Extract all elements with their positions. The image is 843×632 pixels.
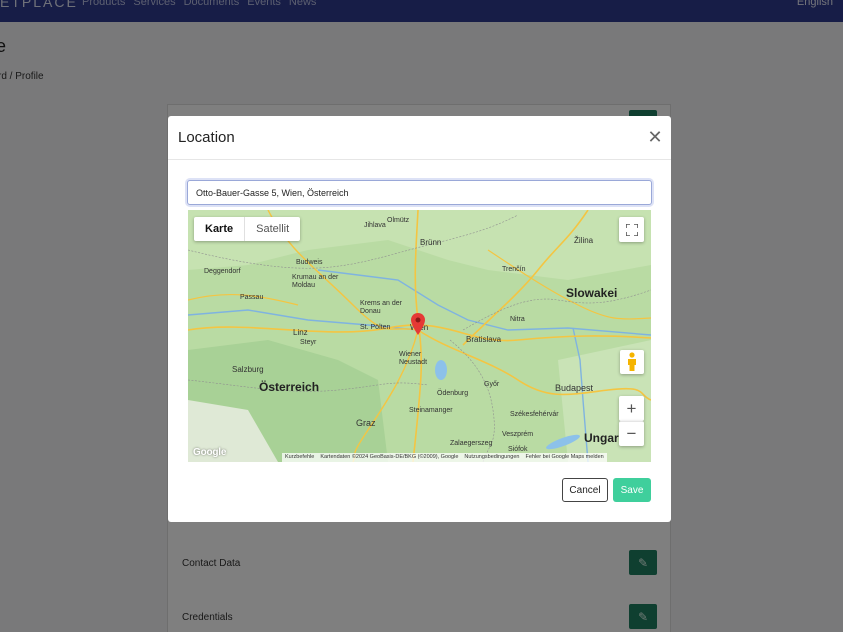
save-button[interactable]: Save — [613, 478, 651, 502]
modal-header: Location ✕ — [168, 116, 671, 160]
map-type-satellit[interactable]: Satellit — [245, 217, 300, 241]
map-label-steinamanger: Steinamanger — [409, 407, 453, 414]
fullscreen-button[interactable] — [619, 217, 644, 242]
map-label-slowakei: Slowakei — [566, 286, 618, 300]
map-label-krems: Krems an der Donau — [360, 300, 403, 315]
map-label-zilina: Žilina — [574, 236, 594, 245]
cancel-button[interactable]: Cancel — [562, 478, 608, 502]
map-label-veszprem: Veszprém — [502, 431, 534, 438]
map-label-budapest: Budapest — [555, 383, 594, 393]
google-logo: Google — [193, 447, 227, 458]
map-label-gyor: Győr — [484, 381, 500, 388]
pegman-icon — [628, 352, 636, 371]
report-error-link[interactable]: Fehler bei Google Maps melden — [525, 453, 603, 462]
address-input[interactable] — [187, 180, 652, 205]
close-icon: ✕ — [647, 127, 663, 147]
zoom-in-button[interactable]: + — [619, 396, 644, 421]
map-label-linz: Linz — [293, 328, 308, 337]
map-label-brunn: Brünn — [420, 238, 442, 247]
location-modal: Location ✕ Jihla — [168, 116, 671, 522]
map-label-zalaegerszeg: Zalaegerszeg — [450, 440, 493, 447]
map-label-salzburg: Salzburg — [232, 365, 264, 374]
minus-icon: − — [626, 424, 637, 443]
map-label-stpolten: St. Pölten — [360, 324, 391, 331]
map-label-steyr: Steyr — [300, 339, 317, 346]
modal-title: Location — [178, 129, 235, 146]
map-pin-icon[interactable] — [411, 313, 425, 335]
map-label-wiener-neustadt: Wiener Neustadt — [399, 351, 428, 366]
map-label-siofok: Siófok — [508, 446, 528, 453]
map-label-szekesfehervar: Székesfehérvár — [510, 411, 559, 418]
map-label-olmutz: Olmütz — [387, 217, 410, 224]
map-label-deggendorf: Deggendorf — [204, 268, 241, 275]
map-label-osterreich: Österreich — [259, 380, 320, 394]
map-label-nitra: Nitra — [510, 316, 525, 323]
shortcuts-link[interactable]: Kurzbefehle — [285, 453, 314, 462]
street-view-button[interactable] — [620, 350, 644, 374]
map-label-graz: Graz — [356, 418, 376, 428]
map-data-credit: Kartendaten ©2024 GeoBasis-DE/BKG (©2009… — [320, 454, 459, 460]
map-label-trencin: Trenčín — [502, 266, 526, 273]
map-label-jihlava: Jihlava — [364, 222, 386, 229]
close-button[interactable]: ✕ — [647, 127, 663, 147]
map-label-budweis: Budweis — [296, 259, 323, 266]
map-view[interactable]: Jihlava Olmütz Brünn Žilina Deggendorf B… — [188, 210, 651, 462]
map-type-karte[interactable]: Karte — [194, 217, 246, 241]
map-label-bratislava: Bratislava — [466, 335, 502, 344]
map-type-control: Karte Satellit — [194, 217, 301, 241]
map-label-odenburg: Ödenburg — [437, 390, 469, 397]
terms-link[interactable]: Nutzungsbedingungen — [464, 453, 519, 462]
map-attribution: Kurzbefehle Kartendaten ©2024 GeoBasis-D… — [282, 453, 607, 462]
plus-icon: + — [626, 398, 637, 418]
map-label-passau: Passau — [240, 294, 264, 301]
map-label-krumau: Krumau an der Moldau — [292, 274, 339, 289]
fullscreen-icon — [625, 223, 638, 236]
map-canvas — [188, 210, 651, 462]
zoom-out-button[interactable]: − — [619, 421, 644, 446]
